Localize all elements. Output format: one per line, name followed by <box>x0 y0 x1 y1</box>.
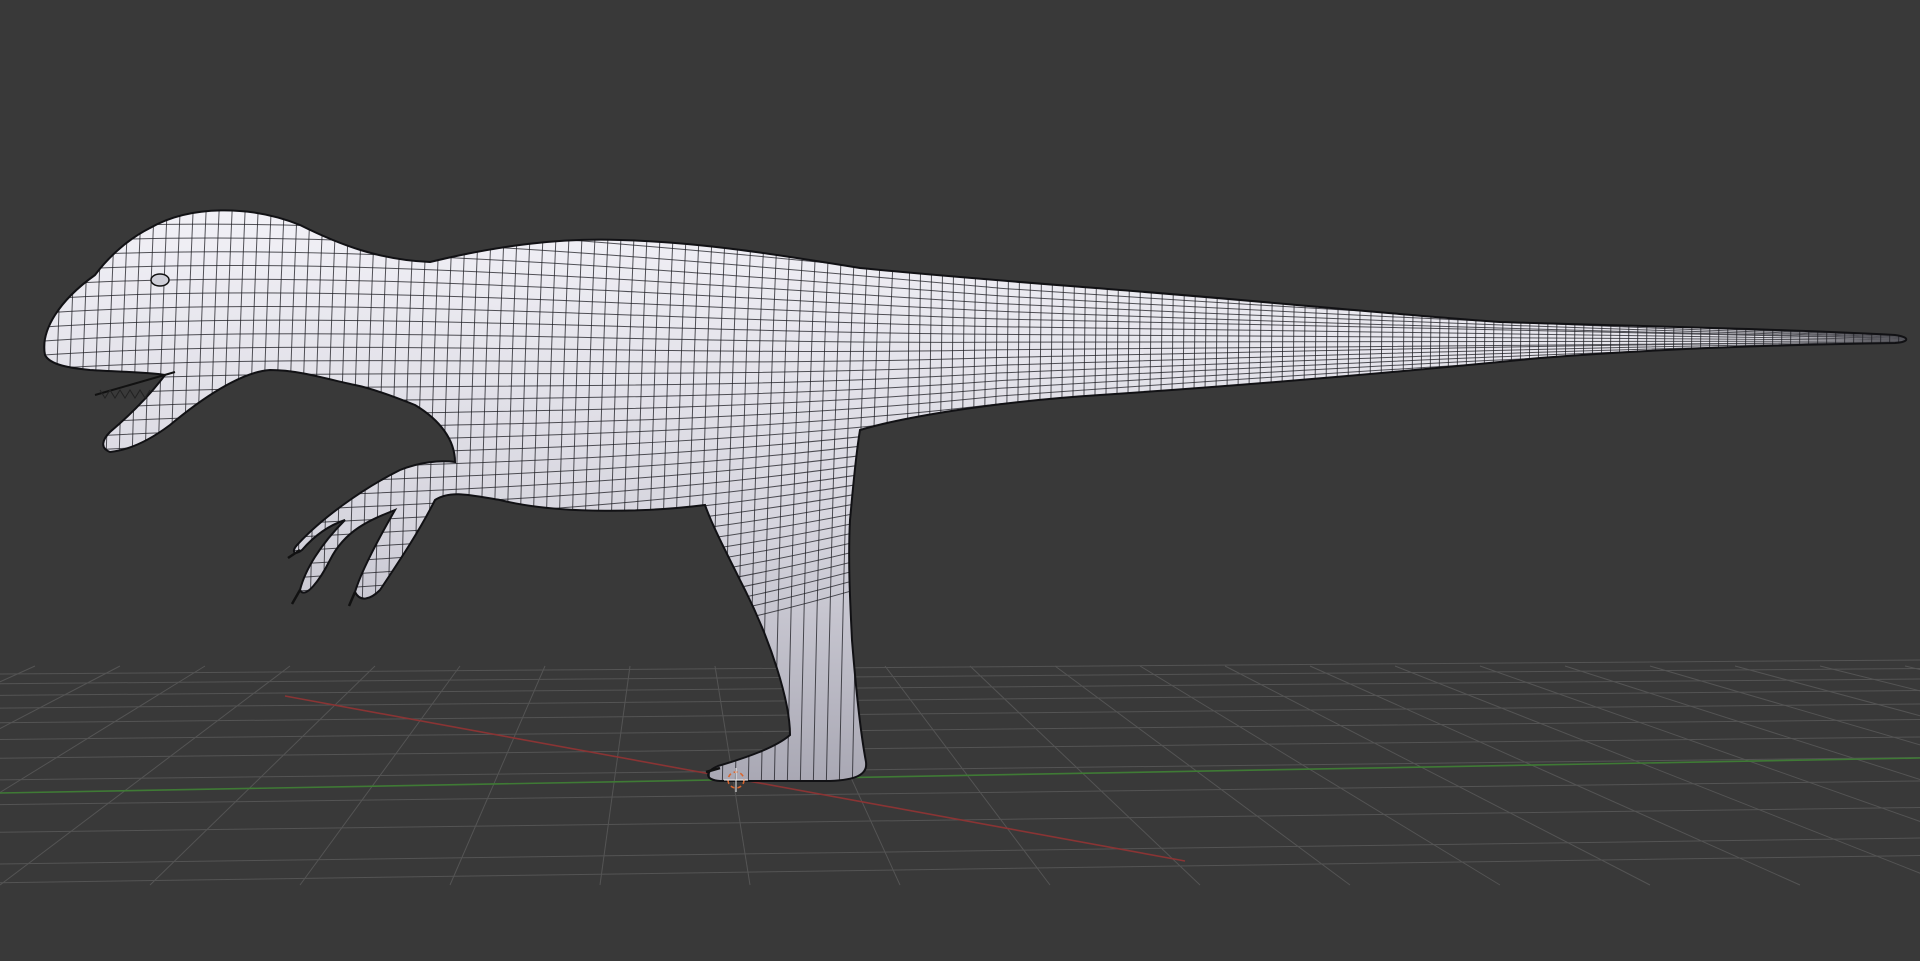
y-axis-line <box>0 757 1920 794</box>
claws <box>287 548 721 774</box>
eye <box>150 273 170 287</box>
3d-viewport[interactable] <box>0 0 1920 961</box>
viewport-scene <box>0 150 1920 886</box>
floor-grid <box>0 659 1920 886</box>
dinosaur-mesh[interactable] <box>20 150 1920 800</box>
